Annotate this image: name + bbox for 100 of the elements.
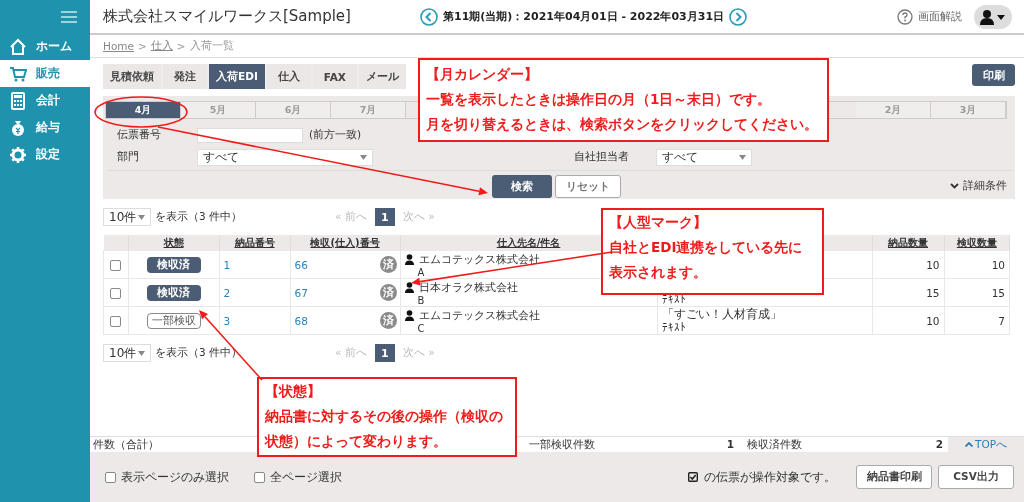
breadcrumb-separator: >	[138, 40, 147, 52]
callout-text: 月を切り替えるときは、検索ボタンをクリックしてください。	[426, 115, 818, 134]
quantity-cell: 10	[926, 314, 940, 327]
chevron-down-icon	[950, 183, 959, 189]
action-button[interactable]: 納品書印刷	[856, 465, 932, 489]
receipt-number-link[interactable]: 68	[294, 314, 308, 327]
tab[interactable]: メール	[358, 64, 406, 89]
breadcrumb-link[interactable]: 仕入	[150, 39, 173, 53]
callout-title: 【状態】	[265, 382, 321, 401]
completed-badge: 済	[379, 312, 397, 329]
reset-button[interactable]: リセット	[555, 175, 621, 198]
delivery-number-link[interactable]: 3	[223, 314, 231, 327]
status-badge[interactable]: 検収済	[146, 284, 201, 301]
column-header[interactable]: 状態	[163, 236, 184, 248]
menu-icon	[61, 10, 77, 23]
result-count: を表示（3 件中）	[155, 210, 243, 224]
per-page-select[interactable]: 10件	[103, 208, 151, 226]
home-icon	[9, 37, 27, 56]
callout-text: 一覧を表示したときは操作日の月（1日～末日）です。	[426, 90, 772, 109]
result-count: を表示（3 件中）	[155, 346, 243, 360]
dropdown-caret-icon	[138, 214, 145, 220]
completed-badge: 済	[379, 256, 397, 273]
total-label: 件数（合計）	[93, 437, 159, 452]
dropdown-caret-icon	[739, 154, 746, 160]
tab[interactable]: 仕入	[266, 64, 311, 89]
print-button[interactable]: 印刷	[972, 64, 1015, 86]
callout-text: 自社とEDI連携をしている先に	[609, 238, 803, 257]
back-to-top-link[interactable]: TOPへ	[948, 437, 1024, 452]
current-page[interactable]: 1	[374, 344, 395, 362]
dropdown-caret-icon	[138, 350, 145, 356]
sidebar-item[interactable]: ホーム	[0, 33, 90, 60]
select-checkbox[interactable]	[105, 471, 116, 483]
field-label: 伝票番号	[117, 128, 162, 142]
previous-period-button[interactable]	[420, 7, 438, 26]
company-title: 株式会社スマイルワークス[Sample]	[103, 7, 352, 26]
breadcrumb-separator: >	[176, 40, 186, 52]
supplier-note: A	[417, 266, 425, 278]
column-header[interactable]: 仕入先名/件名	[496, 236, 561, 248]
staff-select[interactable]: すべて	[656, 148, 752, 166]
callout-title: 【人型マーク】	[609, 213, 707, 232]
receipt-number-link[interactable]: 66	[294, 258, 308, 271]
supplier-name: エムコテックス株式会社	[418, 307, 540, 323]
cart-icon	[9, 64, 27, 83]
dropdown-caret-icon	[360, 154, 367, 160]
money-bag-icon	[9, 118, 27, 137]
total-label: 一部検収件数	[529, 437, 595, 452]
row-checkbox[interactable]	[110, 259, 122, 271]
field-label: 自社担当者	[574, 150, 630, 164]
chevron-left-icon	[420, 7, 438, 26]
checkbox-label: 全ページ選択	[270, 468, 342, 486]
delivery-number-link[interactable]: 1	[223, 258, 231, 271]
row-checkbox[interactable]	[110, 287, 122, 299]
callout-text: 状態）によって変わります。	[265, 432, 447, 451]
total-value: 2	[935, 437, 943, 452]
field-label: 部門	[117, 150, 140, 164]
help-link[interactable]: 画面解説	[897, 8, 962, 25]
next-period-button[interactable]	[729, 7, 748, 26]
tab[interactable]: FAX	[312, 64, 357, 89]
breadcrumb-current: 入荷一覧	[189, 39, 234, 53]
supplier-note: B	[417, 294, 425, 306]
sidebar-item[interactable]: 設定	[0, 141, 90, 168]
delivery-number-link[interactable]: 2	[223, 286, 231, 299]
callout-title: 【月カレンダー】	[426, 65, 538, 84]
quantity-cell: 10	[926, 258, 940, 271]
status-badge[interactable]: 検収済	[146, 256, 201, 273]
current-page[interactable]: 1	[374, 208, 395, 226]
chevron-right-icon	[729, 7, 748, 26]
quantity-cell: 7	[998, 314, 1005, 327]
settings-icon	[9, 145, 27, 164]
breadcrumb-link[interactable]: Home	[103, 40, 134, 52]
select-checkbox[interactable]	[254, 471, 265, 483]
tab[interactable]: 入荷EDI	[209, 64, 265, 89]
sidebar-item[interactable]: 給与	[0, 114, 90, 141]
subject-note: ﾃｷｽﾄ	[661, 321, 686, 333]
quantity-cell: 15	[991, 286, 1005, 299]
fiscal-period: 第11期(当期)：2021年04月01日 - 2022年03月31日	[443, 9, 725, 24]
caret-up-icon	[965, 442, 973, 447]
help-icon	[897, 8, 913, 25]
user-menu-button[interactable]	[974, 4, 1012, 29]
status-badge[interactable]: 一部検収	[146, 312, 201, 329]
sidebar-item[interactable]: 販売	[0, 60, 90, 87]
per-page-select[interactable]: 10件	[103, 344, 151, 362]
receipt-number-link[interactable]: 67	[294, 286, 308, 299]
target-note: の伝票が操作対象です。	[704, 468, 836, 486]
completed-badge: 済	[379, 284, 397, 301]
tab[interactable]: 見積依頼	[103, 64, 161, 89]
department-select[interactable]: すべて	[197, 148, 373, 166]
quantity-cell: 15	[926, 286, 940, 299]
month-tab[interactable]: 4月	[106, 102, 181, 118]
slip-number-field[interactable]	[197, 127, 303, 143]
row-checkbox[interactable]	[110, 315, 122, 327]
total-label: 検収済件数	[747, 437, 802, 452]
subject-text: 「すごい！人材育成」	[661, 308, 782, 321]
sidebar-item[interactable]: 会計	[0, 87, 90, 114]
person-icon	[404, 281, 414, 293]
tab[interactable]: 発注	[163, 64, 207, 89]
detail-conditions-toggle[interactable]: 詳細条件	[950, 179, 1007, 193]
user-caret-icon	[980, 8, 1006, 25]
search-button[interactable]: 検索	[492, 175, 552, 198]
action-button[interactable]: CSV出力	[938, 465, 1014, 489]
